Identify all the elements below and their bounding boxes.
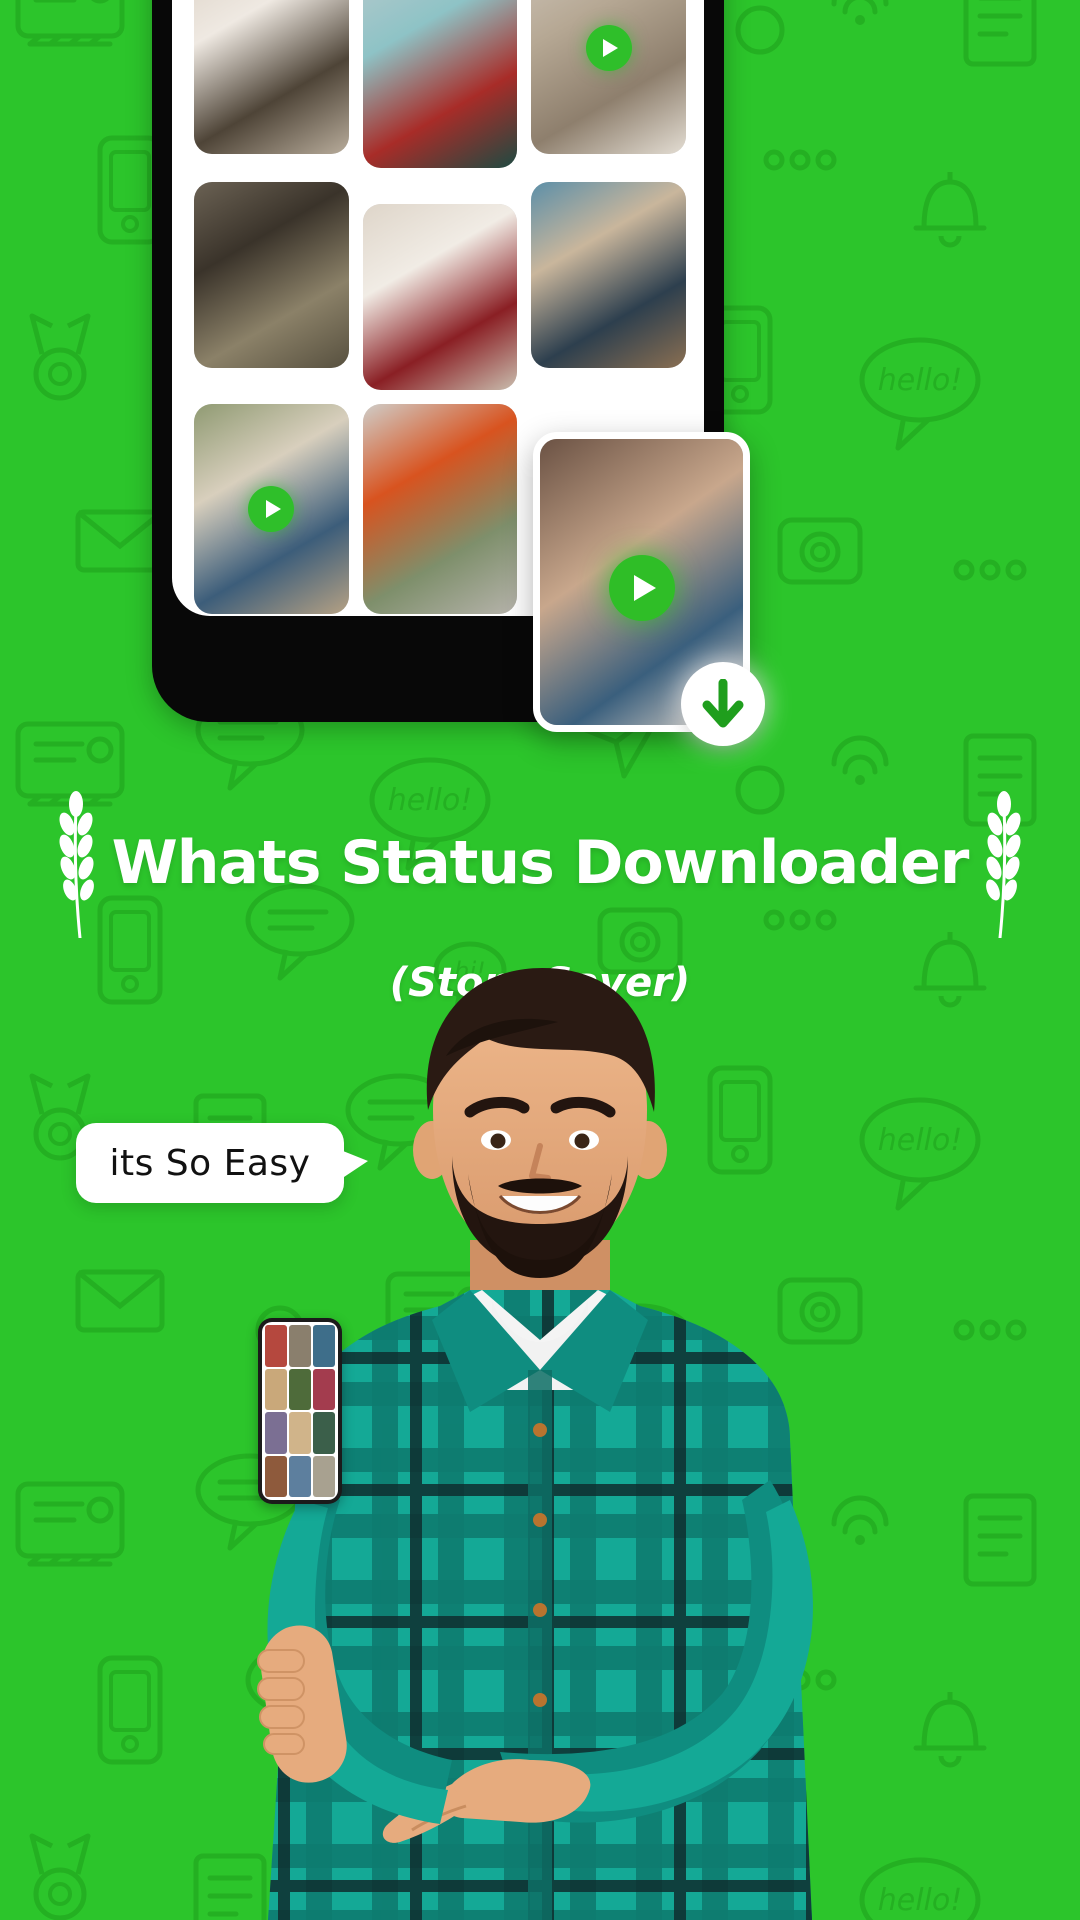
speech-bubble-tail (338, 1149, 368, 1181)
status-tile-photo (531, 182, 686, 368)
status-tile-photo (194, 182, 349, 368)
status-tile-photo (362, 204, 518, 390)
speech-bubble-text: its So Easy (109, 1142, 311, 1184)
mini-status-tile (313, 1412, 335, 1454)
mini-status-tile (289, 1412, 311, 1454)
mini-status-tile (265, 1412, 287, 1454)
mini-status-tile (313, 1325, 335, 1367)
status-tile[interactable] (362, 204, 518, 390)
status-tile[interactable] (194, 404, 349, 614)
mini-status-tile (265, 1455, 287, 1497)
status-tile[interactable] (531, 0, 686, 154)
page-title: Whats Status Downloader (111, 828, 970, 898)
status-tile[interactable] (194, 182, 349, 368)
mini-status-tile (289, 1368, 311, 1410)
wheat-laurel-left-icon (59, 791, 94, 938)
speech-bubble: its So Easy (76, 1123, 368, 1203)
status-tile-photo (362, 404, 518, 614)
download-arrow-icon (702, 679, 744, 728)
status-tile-photo (194, 0, 349, 154)
play-button-icon[interactable] (248, 486, 295, 532)
play-button-icon[interactable] (585, 25, 632, 71)
mini-status-tile (265, 1368, 287, 1410)
person-photo (0, 960, 1080, 1920)
download-button[interactable] (681, 662, 765, 746)
status-tile-photo (531, 0, 686, 154)
wheat-laurel-right-icon (986, 791, 1021, 938)
status-tile[interactable] (531, 182, 686, 368)
handheld-phone-screen (262, 1322, 338, 1500)
status-tile-photo (362, 0, 518, 168)
status-tile[interactable] (194, 0, 349, 154)
status-tile[interactable] (362, 0, 518, 168)
mini-status-tile (313, 1455, 335, 1497)
mini-status-tile (289, 1455, 311, 1497)
status-tile[interactable] (362, 404, 518, 614)
mini-status-tile (289, 1325, 311, 1367)
handheld-phone (258, 1318, 342, 1504)
title-row: Whats Status Downloader (0, 788, 1080, 938)
play-button-icon[interactable] (608, 554, 675, 621)
mini-status-tile (313, 1368, 335, 1410)
mini-status-tile (265, 1325, 287, 1367)
